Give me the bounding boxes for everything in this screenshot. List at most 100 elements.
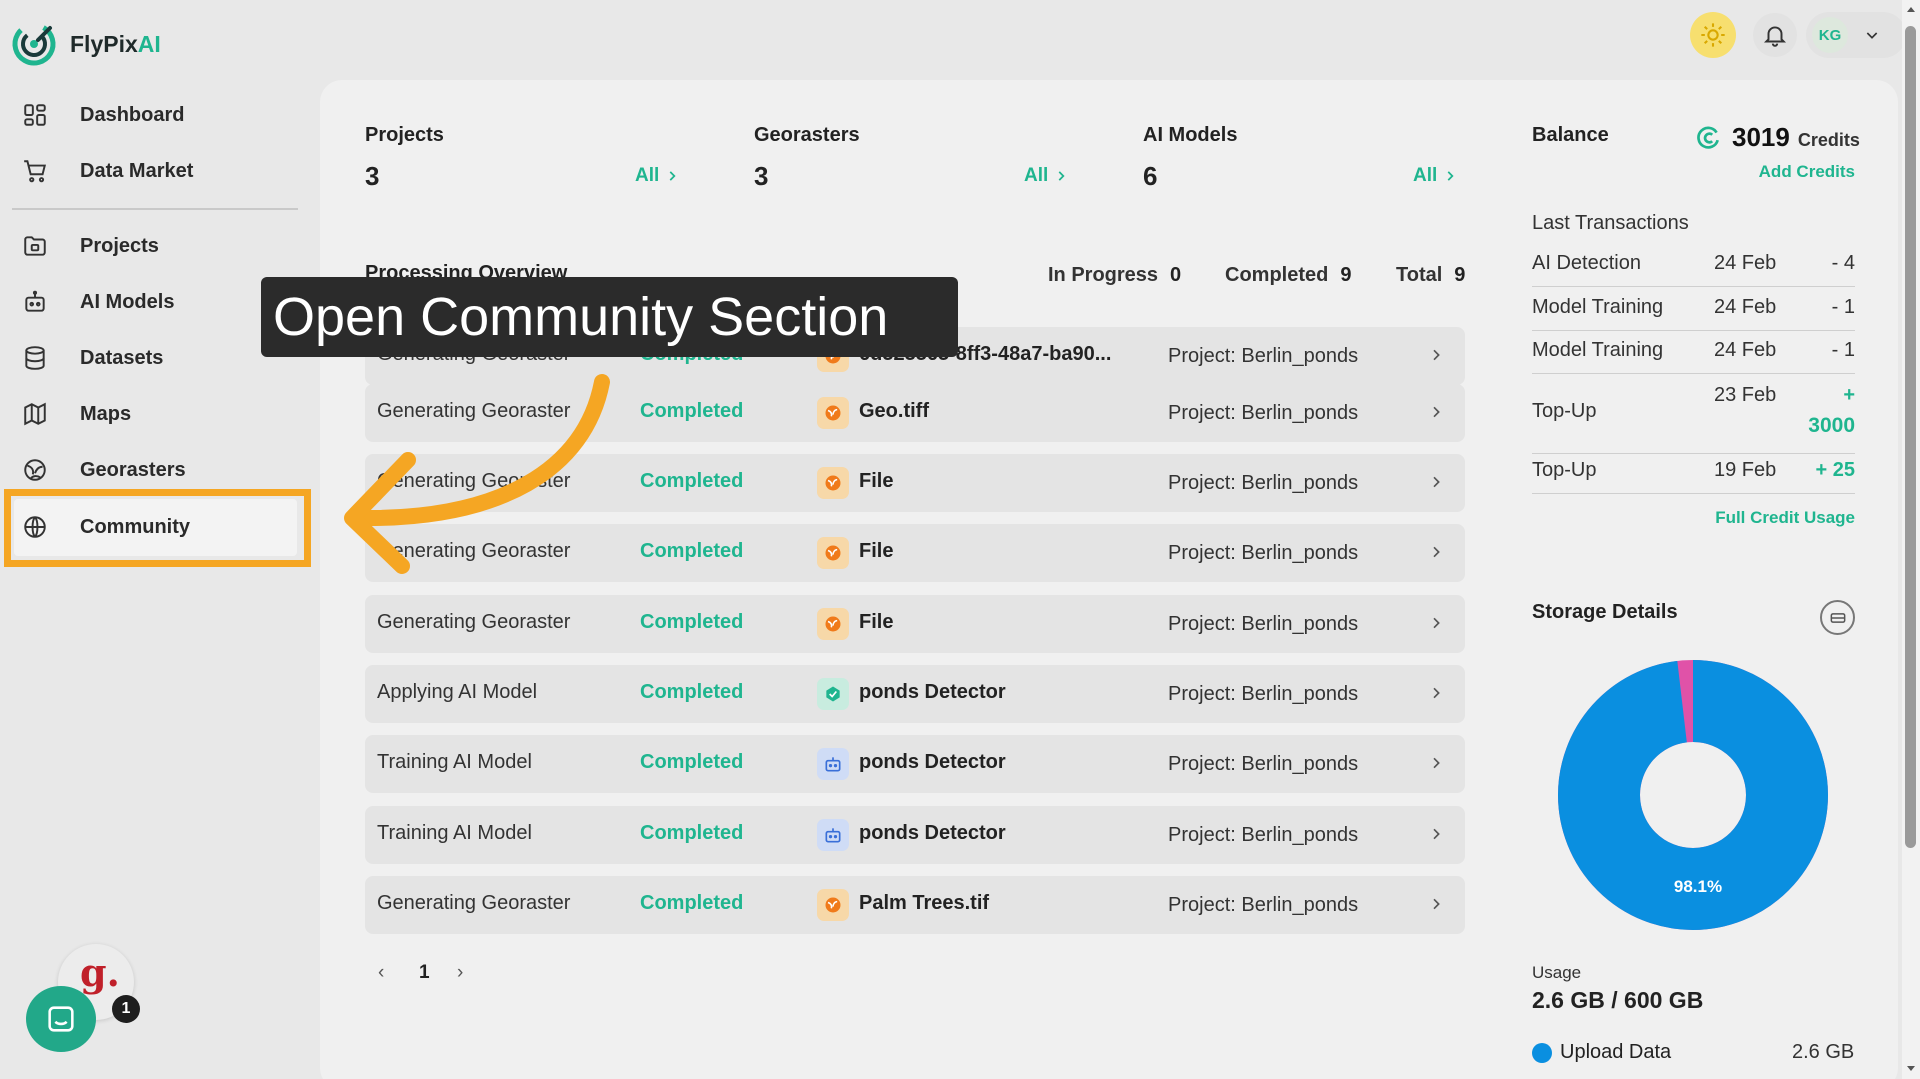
georaster-file-icon — [817, 537, 849, 569]
donut-segment-upload-data — [1558, 660, 1828, 930]
status-badge: Completed — [640, 892, 744, 914]
stat-title: Projects — [365, 124, 444, 146]
processing-row[interactable]: Generating Georaster Completed File Project… — [365, 595, 1465, 653]
row-open-button[interactable] — [1420, 607, 1452, 639]
project-name: Project: Berlin_ponds — [1168, 894, 1359, 916]
sidebar-item-maps[interactable]: Maps — [14, 388, 298, 440]
processing-row[interactable]: Generating Georaster Completed Palm Trees.… — [365, 876, 1465, 934]
user-menu-button[interactable]: KG — [1806, 12, 1906, 58]
prev-page-button[interactable]: ‹ — [378, 962, 384, 984]
scroll-up-icon[interactable] — [1905, 4, 1917, 16]
stat-value: 3 — [754, 161, 769, 191]
total-count: Total 9 — [1396, 264, 1466, 286]
sidebar-item-label: Data Market — [80, 159, 194, 182]
sidebar-item-label: Dashboard — [80, 103, 185, 126]
storage-details-button[interactable] — [1820, 600, 1855, 635]
row-open-button[interactable] — [1420, 396, 1452, 428]
g2-logo: g. — [80, 950, 120, 995]
ai-models-all-link[interactable]: All — [1413, 165, 1457, 187]
chevron-right-icon — [1433, 828, 1440, 840]
flypix-logo-icon — [12, 22, 56, 66]
in-progress-count: In Progress 0 — [1048, 264, 1182, 286]
scroll-down-icon[interactable] — [1905, 1062, 1917, 1074]
georaster-file-icon — [817, 467, 849, 499]
project-name: Project: Berlin_ponds — [1168, 683, 1359, 705]
project-name: Project: Berlin_ponds — [1168, 542, 1359, 564]
task-name: Applying AI Model — [377, 681, 538, 703]
sidebar-item-dashboard[interactable]: Dashboard — [14, 89, 298, 141]
sidebar-item-ai-models[interactable]: AI Models — [14, 276, 298, 328]
usage-label: Usage — [1532, 963, 1582, 982]
sidebar-item-label: AI Models — [80, 290, 175, 313]
status-badge: Completed — [640, 681, 744, 703]
row-open-button[interactable] — [1420, 888, 1452, 920]
sidebar-item-data-market[interactable]: Data Market — [14, 145, 298, 197]
row-open-button[interactable] — [1420, 747, 1452, 779]
next-page-button[interactable]: › — [457, 962, 463, 984]
theme-toggle-button[interactable] — [1690, 12, 1736, 58]
scrollbar-thumb[interactable] — [1905, 26, 1916, 848]
transaction-row: AI Detection 24 Feb - 4 — [1532, 252, 1855, 287]
file-name: ponds Detector — [859, 681, 1006, 703]
row-open-button[interactable] — [1420, 466, 1452, 498]
row-open-button[interactable] — [1420, 818, 1452, 850]
robot-icon — [817, 819, 849, 851]
georasters-all-link[interactable]: All — [1024, 165, 1068, 187]
storage-donut-chart: 98.1% — [1558, 660, 1828, 930]
stat-projects: Projects 3 — [365, 124, 444, 192]
processing-row[interactable]: Applying AI Model Completed ponds Detector… — [365, 665, 1465, 723]
georaster-file-icon — [817, 608, 849, 640]
chat-button[interactable] — [26, 986, 96, 1052]
chevron-right-icon — [669, 171, 676, 181]
storage-legend: Upload Data 2.6 GB — [1532, 1041, 1854, 1064]
row-open-button[interactable] — [1420, 339, 1452, 371]
balance-title: Balance — [1532, 124, 1609, 146]
robot-icon — [817, 748, 849, 780]
brand-name: FlyPixAI — [70, 30, 161, 57]
row-open-button[interactable] — [1420, 536, 1452, 568]
link-label: All — [1024, 165, 1049, 186]
stat-ai-models: AI Models 6 — [1143, 124, 1237, 192]
sidebar-item-datasets[interactable]: Datasets — [14, 332, 298, 384]
sidebar-divider — [12, 208, 298, 210]
sidebar: FlyPixAI Dashboard Data Market Projects … — [0, 0, 311, 1079]
row-open-button[interactable] — [1420, 677, 1452, 709]
database-icon — [22, 343, 62, 373]
file-name: Palm Trees.tif — [859, 892, 990, 914]
tutorial-callout: Open Community Section — [261, 277, 958, 357]
notifications-button[interactable] — [1753, 13, 1797, 57]
legend-label: Upload Data — [1560, 1041, 1672, 1063]
globe-icon — [22, 512, 62, 542]
usage-value: 2.6 GB / 600 GB — [1532, 987, 1704, 1013]
processing-row[interactable]: Training AI Model Completed ponds Detector… — [365, 806, 1465, 864]
task-name: Generating Georaster — [377, 611, 571, 633]
add-credits-link[interactable]: Add Credits — [1759, 162, 1855, 182]
transaction-row: Model Training 24 Feb - 1 — [1532, 339, 1855, 374]
full-credit-usage-link[interactable]: Full Credit Usage — [1715, 508, 1855, 528]
stat-title: Georasters — [754, 124, 860, 146]
stat-value: 3 — [365, 161, 380, 191]
sidebar-item-projects[interactable]: Projects — [14, 220, 298, 272]
file-name: File — [859, 470, 894, 492]
brand-logo[interactable]: FlyPixAI — [10, 20, 161, 68]
legend-color-swatch — [1532, 1042, 1552, 1063]
page-number[interactable]: 1 — [419, 962, 430, 984]
status-badge: Completed — [640, 822, 744, 844]
completed-count: Completed 9 — [1225, 264, 1352, 286]
projects-all-link[interactable]: All — [635, 165, 679, 187]
stat-title: AI Models — [1143, 124, 1238, 146]
status-badge: Completed — [640, 611, 744, 633]
balance-value: 3019 Credits — [1696, 122, 1860, 153]
avatar: KG — [1812, 17, 1848, 53]
task-name: Training AI Model — [377, 822, 532, 844]
map-icon — [22, 399, 62, 429]
project-name: Project: Berlin_ponds — [1168, 824, 1359, 846]
processing-row[interactable]: Training AI Model Completed ponds Detector… — [365, 735, 1465, 793]
status-badge: Completed — [640, 540, 744, 562]
sidebar-item-community[interactable]: Community — [14, 501, 298, 553]
chevron-right-icon — [1433, 476, 1440, 488]
chevron-right-icon — [1433, 617, 1440, 629]
chevron-right-icon — [1058, 171, 1065, 181]
storage-details-title: Storage Details — [1532, 601, 1678, 623]
status-badge: Completed — [640, 470, 744, 492]
